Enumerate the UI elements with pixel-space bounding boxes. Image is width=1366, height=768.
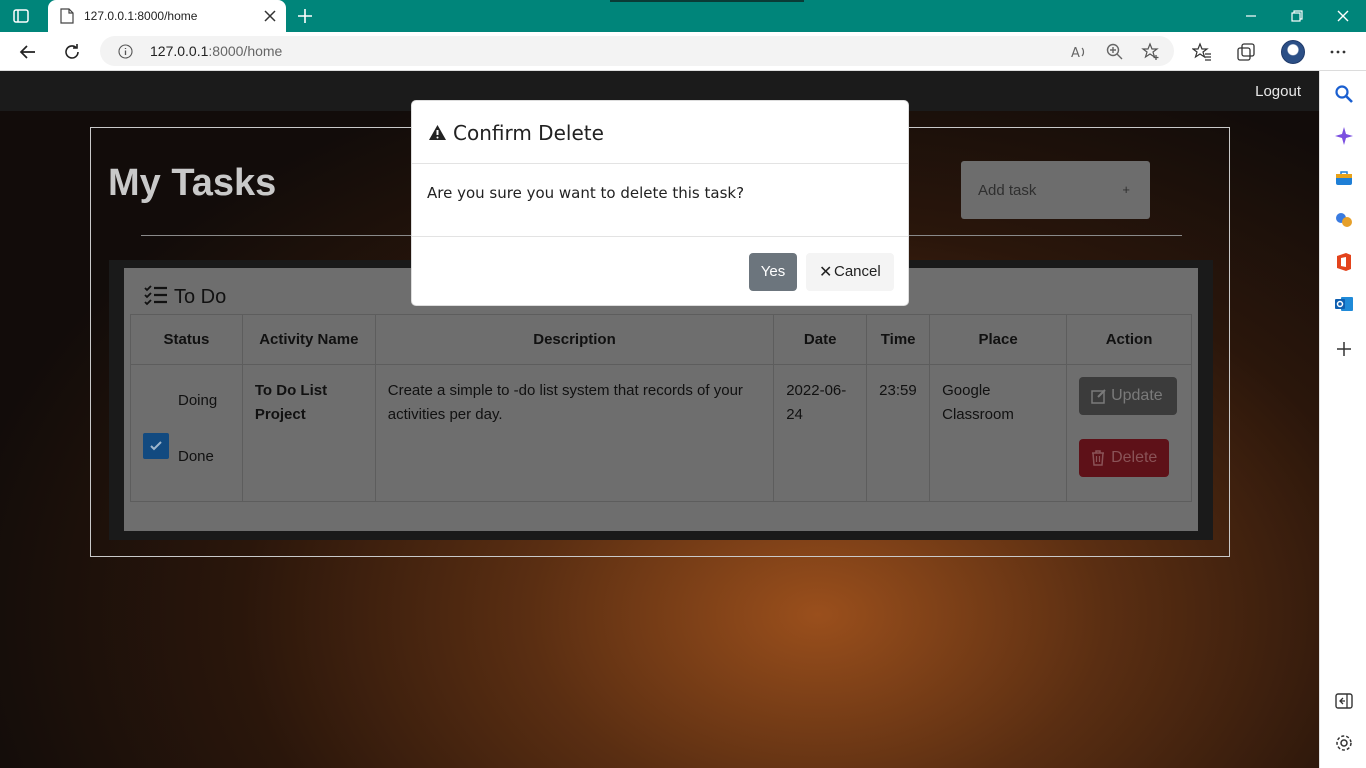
logout-link[interactable]: Logout [1255, 83, 1301, 100]
url-text: 127.0.0.1:8000/home [150, 43, 283, 59]
zoom-icon[interactable] [1105, 42, 1125, 62]
delete-button[interactable]: Delete [1079, 439, 1170, 477]
profile-avatar[interactable] [1281, 40, 1305, 64]
confirm-message: Are you sure you want to delete this tas… [427, 184, 745, 202]
todo-card: To Do Status Activity Name Description D… [124, 268, 1198, 531]
collections-icon[interactable] [1236, 42, 1256, 62]
modal-body: Are you sure you want to delete this tas… [412, 164, 908, 237]
date-cell: 2022-06-24 [773, 364, 868, 502]
done-checkbox[interactable] [143, 433, 169, 459]
window-drag-indicator [610, 0, 804, 2]
restore-icon[interactable] [1290, 9, 1304, 23]
modal-title: Confirm Delete [428, 121, 604, 145]
games-icon[interactable] [1334, 210, 1354, 230]
close-icon: ✕ [819, 262, 833, 281]
column-header: Description [374, 314, 775, 365]
checkmark-icon [150, 441, 162, 451]
edit-icon [1091, 389, 1106, 404]
column-header: Status [130, 314, 243, 365]
settings-gear-icon[interactable] [1334, 733, 1354, 753]
time-cell: 23:59 [866, 364, 931, 502]
read-aloud-icon[interactable]: A [1069, 42, 1089, 62]
column-header: Time [866, 314, 931, 365]
task-list-icon [144, 285, 167, 306]
close-window-icon[interactable] [1336, 9, 1350, 23]
back-icon[interactable] [18, 42, 38, 62]
confirm-delete-modal: Confirm Delete Are you sure you want to … [411, 100, 909, 306]
card-title: To Do [144, 284, 226, 309]
yes-button[interactable]: Yes [749, 253, 797, 291]
tab-title: 127.0.0.1:8000/home [84, 9, 198, 23]
place-cell: Google Classroom [929, 364, 1068, 502]
trash-icon [1092, 450, 1105, 466]
search-icon[interactable] [1334, 84, 1354, 104]
cancel-button[interactable]: ✕ Cancel [806, 253, 894, 291]
browser-tab-bar: 127.0.0.1:8000/home [0, 0, 1366, 32]
status-doing-label[interactable]: Doing [178, 389, 217, 413]
outlook-icon[interactable] [1334, 294, 1354, 314]
add-sidebar-app-icon[interactable] [1334, 339, 1354, 359]
column-header: Action [1066, 314, 1192, 365]
add-favorite-icon[interactable] [1141, 42, 1161, 62]
address-bar[interactable]: 127.0.0.1:8000/home [100, 36, 1174, 66]
edge-sidebar [1319, 71, 1366, 768]
minimize-icon[interactable] [1244, 9, 1258, 23]
hide-sidebar-icon[interactable] [1334, 691, 1354, 711]
site-info-icon[interactable] [118, 44, 133, 59]
action-cell: Update Delete [1066, 364, 1192, 502]
table-row: Doing Done To Do List Project Create a s… [130, 364, 1192, 502]
update-button[interactable]: Update [1079, 377, 1178, 415]
tasks-table: Status Activity Name Description Date Ti… [130, 314, 1192, 502]
svg-text:A: A [1071, 46, 1080, 61]
warning-icon [429, 125, 446, 140]
browser-tab[interactable]: 127.0.0.1:8000/home [48, 0, 286, 32]
status-cell: Doing Done [130, 364, 243, 502]
activity-name-cell: To Do List Project [241, 364, 376, 502]
office-icon[interactable] [1334, 252, 1354, 272]
close-tab-icon[interactable] [264, 10, 276, 22]
copilot-icon[interactable] [1334, 126, 1354, 146]
column-header: Activity Name [241, 314, 376, 365]
plus-icon[interactable]: + [1122, 182, 1130, 197]
add-task-placeholder: Add task [978, 182, 1037, 199]
more-menu-icon[interactable] [1328, 42, 1348, 62]
add-task-input[interactable]: Add task + [961, 161, 1150, 219]
browser-toolbar: 127.0.0.1:8000/home A [0, 32, 1366, 71]
new-tab-icon[interactable] [296, 7, 314, 25]
column-header: Place [929, 314, 1068, 365]
refresh-icon[interactable] [62, 42, 82, 62]
tab-actions-icon[interactable] [12, 7, 30, 25]
status-done-label[interactable]: Done [178, 445, 214, 469]
page-title: My Tasks [108, 162, 277, 204]
favorites-icon[interactable] [1192, 42, 1212, 62]
shopping-icon[interactable] [1334, 168, 1354, 188]
page-icon [60, 8, 74, 24]
description-cell: Create a simple to -do list system that … [374, 364, 775, 502]
column-header: Date [773, 314, 868, 365]
modal-header: Confirm Delete [412, 101, 908, 164]
